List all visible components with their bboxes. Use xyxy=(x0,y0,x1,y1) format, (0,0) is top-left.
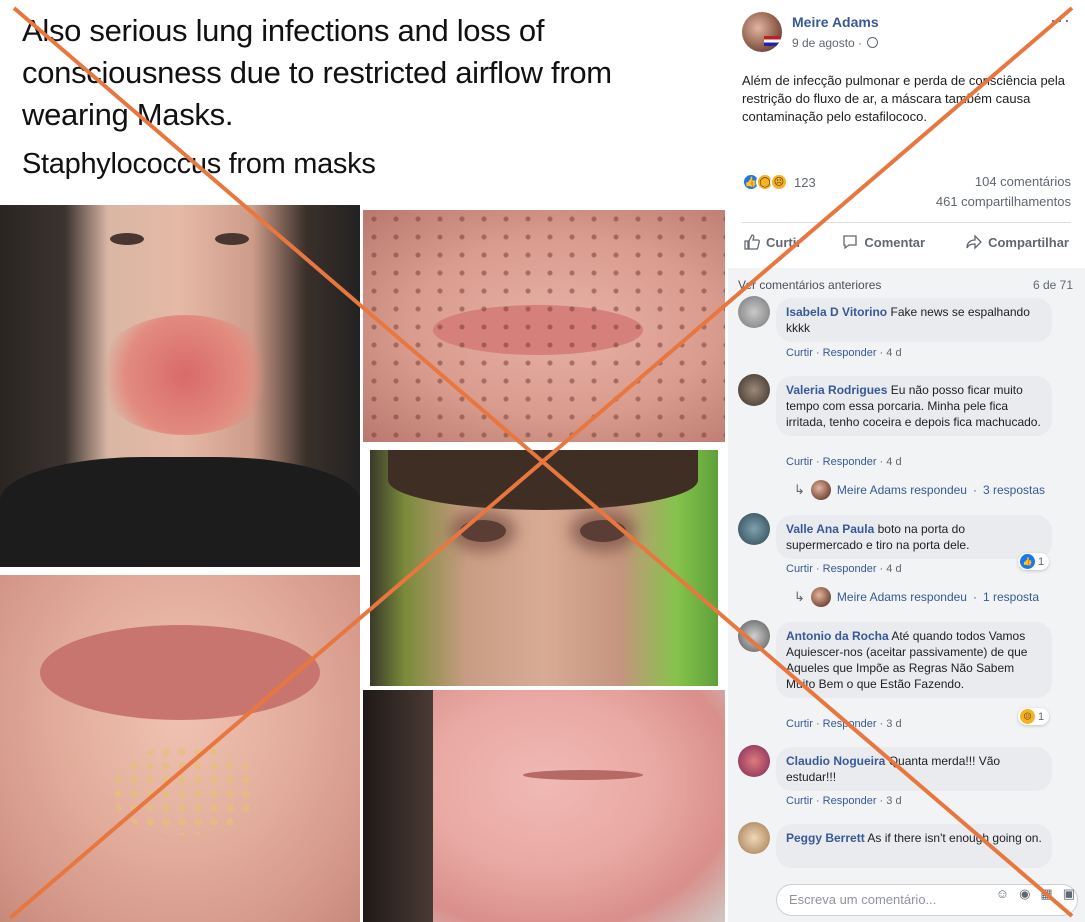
post-date[interactable]: 9 de agosto · xyxy=(792,36,879,50)
comment-age: 3 d xyxy=(886,718,902,730)
comment-meta: Curtir · Responder · 4 d xyxy=(786,563,902,575)
photo-girl-face xyxy=(0,205,360,567)
replies-link[interactable]: ↳ Meire Adams respondeu · 3 respostas xyxy=(794,480,1045,500)
globe-icon xyxy=(867,37,879,48)
comment-bubble: Claudio Nogueira Quanta merda!!! Vão est… xyxy=(776,747,1052,791)
comment-like-link[interactable]: Curtir xyxy=(786,456,813,468)
replies-link[interactable]: ↳ Meire Adams respondeu · 1 resposta xyxy=(794,587,1039,607)
reply-author: Meire Adams respondeu xyxy=(836,483,967,497)
engagement-counts: 104 comentários 461 compartilhamentos xyxy=(936,172,1071,212)
share-label: Compartilhar xyxy=(988,234,1069,250)
comment-like-link[interactable]: Curtir xyxy=(786,718,813,730)
comment-meta: Curtir · Responder · 4 d xyxy=(786,456,902,468)
reply-count: 1 resposta xyxy=(982,590,1040,604)
comment-bubble: Valle Ana Paula boto na porta do superme… xyxy=(776,515,1052,559)
photo-rash-mouth xyxy=(363,210,725,442)
reply-avatar xyxy=(810,587,831,607)
comment-meta: Curtir · Responder · 3 d xyxy=(786,718,902,730)
photo-woman-bruised xyxy=(370,450,718,686)
comment-text: As if there isn't enough going on. xyxy=(867,831,1042,845)
shares-count[interactable]: 461 compartilhamentos xyxy=(936,192,1071,212)
like-reaction-icon: 👍 xyxy=(1020,554,1035,569)
post-options-icon[interactable]: ··· xyxy=(1050,10,1071,31)
gif-icon[interactable]: ▦ xyxy=(1040,886,1052,902)
commenter-name[interactable]: Valle Ana Paula xyxy=(786,522,874,536)
commenter-avatar[interactable] xyxy=(738,296,770,328)
comment-composer: Escreva um comentário... ☺ ◉ ▦ ▣ xyxy=(728,878,1085,922)
like-button[interactable]: Curtir xyxy=(742,230,803,254)
commenter-name[interactable]: Peggy Berrett xyxy=(786,831,865,845)
commenter-avatar[interactable] xyxy=(738,745,770,777)
comment-bubble: Isabela D Vitorino Fake news se espalhan… xyxy=(776,298,1052,342)
comment-input-placeholder: Escreva um comentário... xyxy=(789,892,937,907)
commenter-avatar[interactable] xyxy=(738,620,770,652)
comments-count[interactable]: 104 comentários xyxy=(936,172,1071,192)
post-viewer: Also serious lung infections and loss of… xyxy=(0,0,1085,922)
comment-reaction-badge[interactable]: 👍 1 xyxy=(1018,553,1050,570)
commenter-avatar[interactable] xyxy=(738,374,770,406)
sad-reaction-icon: ☹ xyxy=(770,173,788,191)
post-image[interactable]: Also serious lung infections and loss of… xyxy=(0,0,728,922)
comment-label: Comentar xyxy=(864,234,926,250)
divider xyxy=(742,222,1071,223)
comment-meta: Curtir · Responder · 4 d xyxy=(786,347,902,359)
comment-bubble: Antonio da Rocha Até quando todos Vamos … xyxy=(776,622,1052,698)
post-text: Além de infecção pulmonar e perda de con… xyxy=(742,73,1066,124)
comment-reply-link[interactable]: Responder xyxy=(823,563,877,575)
comment-reply-link[interactable]: Responder xyxy=(823,718,877,730)
share-button[interactable]: Compartilhar xyxy=(964,230,1071,254)
comment-bubble: Valeria Rodrigues Eu não posso ficar mui… xyxy=(776,376,1052,436)
author-name[interactable]: Meire Adams xyxy=(792,14,879,30)
commenter-avatar[interactable] xyxy=(738,822,770,854)
commenter-name[interactable]: Isabela D Vitorino xyxy=(786,305,887,319)
comment-like-link[interactable]: Curtir xyxy=(786,795,813,807)
author-avatar[interactable] xyxy=(742,12,782,52)
camera-icon[interactable]: ◉ xyxy=(1019,886,1030,902)
reply-avatar xyxy=(810,480,831,500)
comment-reaction-badge[interactable]: ☹ 1 xyxy=(1018,708,1050,725)
comment-bubble: Peggy Berrett As if there isn't enough g… xyxy=(776,824,1052,868)
composer-icons: ☺ ◉ ▦ ▣ xyxy=(996,886,1075,902)
image-caption: Also serious lung infections and loss of… xyxy=(22,13,612,132)
reaction-count: 123 xyxy=(794,174,816,190)
comment-reply-link[interactable]: Responder xyxy=(823,347,877,359)
comment-reply-link[interactable]: Responder xyxy=(823,456,877,468)
reply-arrow-icon: ↳ xyxy=(794,589,805,604)
comment-age: 4 d xyxy=(886,563,902,575)
reply-count: 3 respostas xyxy=(982,483,1046,497)
commenter-avatar[interactable] xyxy=(738,513,770,545)
comment-meta: Curtir · Responder · 3 d xyxy=(786,795,902,807)
comment-like-link[interactable]: Curtir xyxy=(786,347,813,359)
share-icon xyxy=(966,234,982,250)
comments-pager: 6 de 71 xyxy=(1032,278,1073,292)
comment-reaction-count: 1 xyxy=(1038,710,1045,723)
comment-age: 3 d xyxy=(886,795,902,807)
post-actions: Curtir Comentar Compartilhar xyxy=(742,230,1071,254)
image-subcaption: Staphylococcus from masks xyxy=(22,148,376,180)
reply-author: Meire Adams respondeu xyxy=(836,590,967,604)
comment-age: 4 d xyxy=(886,347,902,359)
post-sidebar: Meire Adams ··· 9 de agosto · Além de in… xyxy=(728,0,1085,922)
comment-icon xyxy=(843,235,858,250)
comment-reaction-count: 1 xyxy=(1038,555,1045,568)
commenter-name[interactable]: Antonio da Rocha xyxy=(786,629,889,643)
comment-age: 4 d xyxy=(886,456,902,468)
commenter-name[interactable]: Claudio Nogueira xyxy=(786,754,885,768)
like-label: Curtir xyxy=(766,234,802,250)
sticker-icon[interactable]: ▣ xyxy=(1063,886,1075,902)
post-date-text: 9 de agosto · xyxy=(792,36,866,50)
comment-reply-link[interactable]: Responder xyxy=(823,795,877,807)
comment-like-link[interactable]: Curtir xyxy=(786,563,813,575)
thumbs-up-icon xyxy=(744,234,760,250)
commenter-name[interactable]: Valeria Rodrigues xyxy=(786,383,887,397)
comment-button[interactable]: Comentar xyxy=(840,230,927,254)
sad-reaction-icon: ☹ xyxy=(1020,709,1035,724)
photo-lips-sores xyxy=(0,575,360,922)
reply-arrow-icon: ↳ xyxy=(794,482,805,497)
reactions-summary[interactable]: 👍 ◯ ☹ 123 xyxy=(742,172,816,192)
photo-red-face xyxy=(363,690,725,922)
view-previous-comments[interactable]: Ver comentários anteriores xyxy=(738,278,881,292)
emoji-icon[interactable]: ☺ xyxy=(996,886,1009,902)
